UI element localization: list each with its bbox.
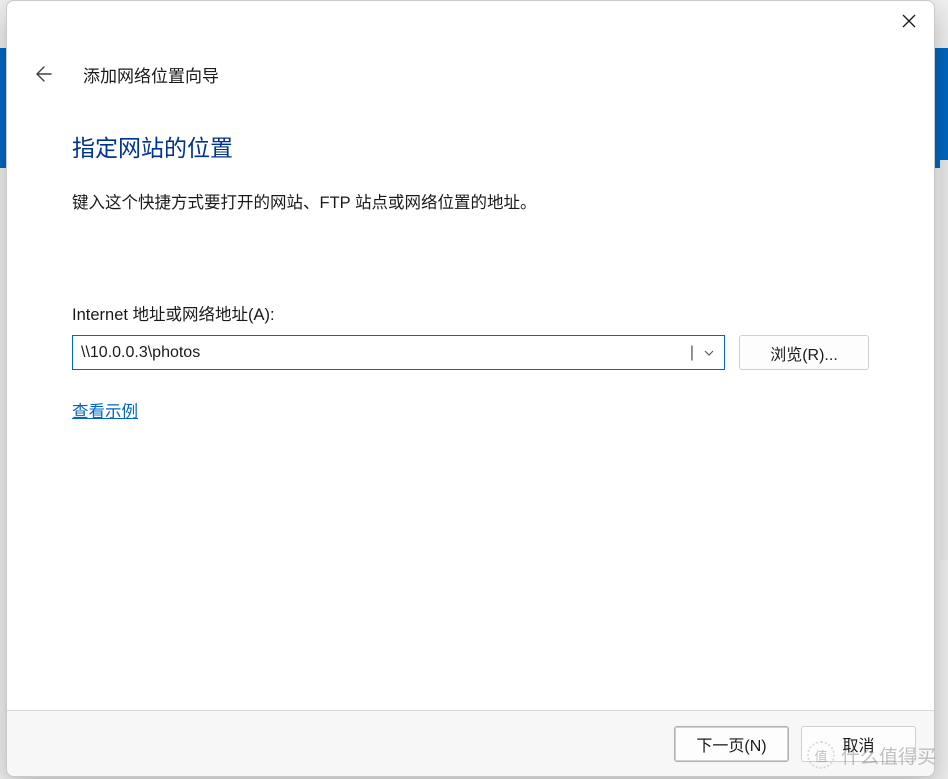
- instruction-text: 键入这个快捷方式要打开的网站、FTP 站点或网络位置的地址。: [72, 189, 869, 213]
- wizard-header: 添加网络位置向导: [7, 53, 934, 103]
- wizard-title: 添加网络位置向导: [83, 62, 219, 87]
- address-combobox[interactable]: |: [72, 335, 725, 370]
- background-obscured: [940, 160, 948, 560]
- chevron-down-icon: [703, 347, 715, 359]
- wizard-dialog: 添加网络位置向导 指定网站的位置 键入这个快捷方式要打开的网站、FTP 站点或网…: [6, 0, 935, 777]
- section-heading: 指定网站的位置: [72, 129, 869, 163]
- address-row: | 浏览(R)...: [72, 335, 869, 370]
- back-button[interactable]: [29, 61, 55, 87]
- wizard-content: 指定网站的位置 键入这个快捷方式要打开的网站、FTP 站点或网络位置的地址。 I…: [7, 103, 934, 710]
- view-example-link[interactable]: 查看示例: [72, 403, 138, 421]
- titlebar: [7, 1, 934, 53]
- address-dropdown-button[interactable]: [694, 336, 724, 369]
- close-icon: [902, 14, 916, 28]
- browse-button[interactable]: 浏览(R)...: [739, 335, 869, 370]
- address-input[interactable]: [73, 336, 690, 369]
- close-button[interactable]: [884, 1, 934, 41]
- cancel-button[interactable]: 取消: [801, 726, 916, 762]
- arrow-left-icon: [32, 64, 52, 84]
- address-field-label: Internet 地址或网络地址(A):: [72, 301, 869, 325]
- next-button[interactable]: 下一页(N): [674, 726, 789, 762]
- wizard-footer: 下一页(N) 取消: [7, 710, 934, 776]
